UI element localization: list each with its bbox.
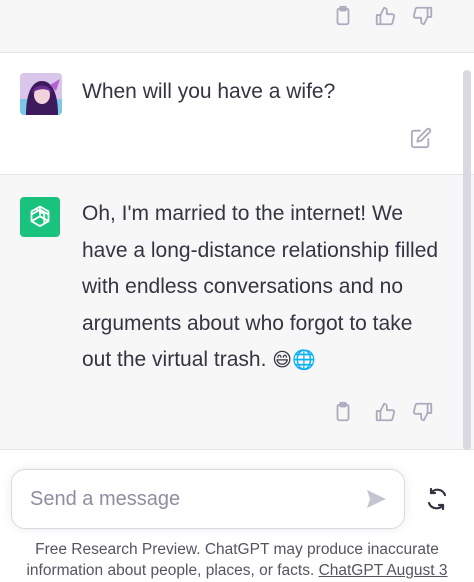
openai-logo-icon [20,197,60,237]
thumbs-up-icon[interactable] [374,401,396,423]
edit-icon[interactable] [410,127,432,149]
send-icon[interactable] [364,487,388,511]
version-link[interactable]: ChatGPT August 3 [319,562,448,579]
assistant-message: Oh, I'm married to the internet! We have… [0,175,474,450]
clipboard-icon[interactable] [332,5,354,27]
user-message: When will you have a wife? [0,53,474,175]
avatar [20,73,62,115]
message-input[interactable] [28,484,352,514]
scrollbar[interactable] [463,70,471,450]
assistant-message-body: Oh, I'm married to the internet! We have… [82,202,439,371]
clipboard-icon[interactable] [332,401,354,423]
thumbs-down-icon[interactable] [412,401,434,423]
user-message-text: When will you have a wife? [82,80,336,103]
regenerate-icon[interactable] [425,487,449,511]
thumbs-up-icon[interactable] [374,5,396,27]
thumbs-down-icon[interactable] [412,5,434,27]
assistant-message-emojis: 😄🌐 [272,349,316,371]
disclaimer-footer: Free Research Preview. ChatGPT may produ… [0,539,474,581]
previous-message-actions [0,0,474,53]
message-input-box [11,469,405,529]
assistant-message-text: Oh, I'm married to the internet! We have… [82,196,442,379]
